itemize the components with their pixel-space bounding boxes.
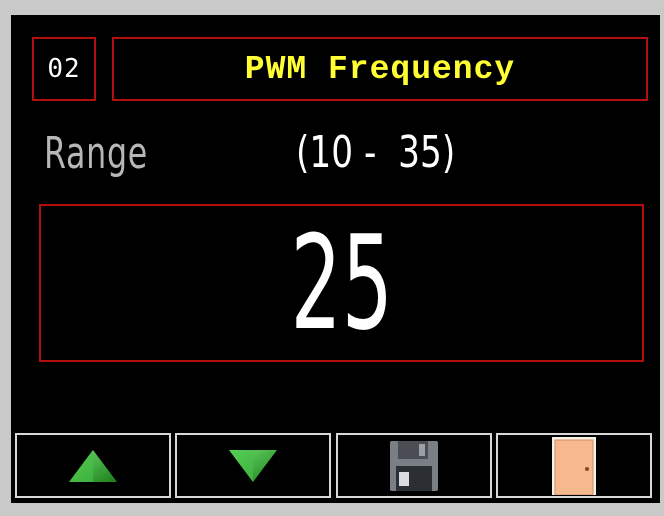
parameter-number: 02 [32,37,96,101]
exit-button[interactable] [496,433,652,498]
parameter-title: PWM Frequency [112,37,648,101]
range-values: (10 - 35) [296,127,456,178]
floppy-disk-icon [390,440,438,491]
value-display[interactable]: 25 [39,204,644,362]
increase-button[interactable] [15,433,171,498]
current-value: 25 [290,207,393,359]
up-arrow-icon [69,449,117,482]
parameter-screen: 02 PWM Frequency Range (10 - 35) 25 [11,15,660,503]
save-button[interactable] [336,433,492,498]
door-icon [552,436,596,495]
down-arrow-icon [229,449,277,482]
decrease-button[interactable] [175,433,331,498]
range-label: Range [44,128,149,179]
